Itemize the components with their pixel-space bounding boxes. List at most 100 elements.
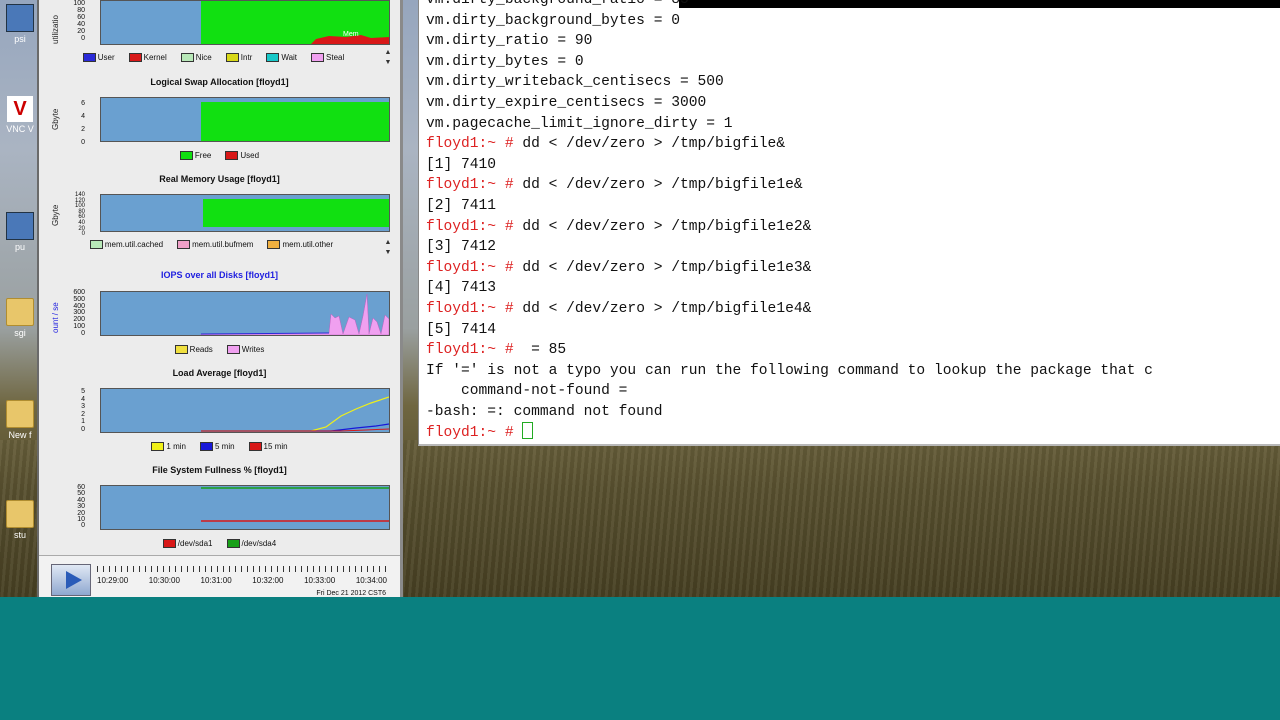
terminal-line: vm.dirty_ratio = 90 bbox=[426, 31, 1153, 52]
vnc-viewer-icon: V bbox=[7, 96, 33, 122]
terminal-line: floyd1:~ # dd < /dev/zero > /tmp/bigfile… bbox=[426, 175, 1153, 196]
terminal-text: -bash: =: command not found bbox=[426, 403, 663, 420]
terminal-line: -bash: =: command not found bbox=[426, 402, 1153, 423]
swap-ticks: 6420 bbox=[81, 100, 85, 146]
play-icon bbox=[66, 571, 82, 589]
terminal-line: vm.dirty_expire_centisecs = 3000 bbox=[426, 93, 1153, 114]
swap-ylabel: Gbyte bbox=[51, 108, 60, 130]
shell-prompt: floyd1:~ # bbox=[426, 342, 523, 359]
desktop-icon-label: VNC V bbox=[6, 124, 34, 134]
iops-plot[interactable] bbox=[100, 291, 390, 336]
iops-writes-series bbox=[200, 293, 389, 335]
shell-prompt: floyd1:~ # bbox=[426, 136, 523, 153]
cpu-legend-scroll[interactable]: ▲ ▼ bbox=[382, 48, 394, 70]
terminal-line: floyd1:~ # dd < /dev/zero > /tmp/bigfile… bbox=[426, 134, 1153, 155]
cpu-ticks: 100 80 60 40 20 0 bbox=[73, 0, 85, 42]
iops-chart-title: IOPS over all Disks [floyd1] bbox=[160, 270, 279, 280]
terminal-text: [4] 7413 bbox=[426, 280, 497, 297]
desktop-icon-label: stu bbox=[13, 530, 26, 540]
terminal-text: dd < /dev/zero > /tmp/bigfile1e3& bbox=[522, 259, 812, 276]
folder-icon bbox=[6, 500, 34, 528]
cpu-overlay-text: Mem bbox=[343, 31, 359, 38]
desktop-icon-pu[interactable]: pu bbox=[0, 212, 40, 252]
terminal-text: dd < /dev/zero > /tmp/bigfile1e2& bbox=[522, 218, 812, 235]
time-control-bar: 10:29:00 10:30:00 10:31:00 10:32:00 10:3… bbox=[39, 555, 400, 597]
terminal-line: If '=' is not a typo you can run the fol… bbox=[426, 361, 1153, 382]
timeline-date: Fri Dec 21 2012 CST6 bbox=[316, 590, 386, 597]
terminal-line: command-not-found = bbox=[426, 381, 1153, 402]
play-button[interactable] bbox=[51, 564, 91, 596]
desktop-icon-label: New f bbox=[8, 430, 32, 440]
desktop-icon-new-folder[interactable]: New f bbox=[0, 400, 40, 440]
swap-legend: Free Used bbox=[39, 151, 400, 160]
desktop-icon-label: psi bbox=[14, 34, 26, 44]
load-average-plot[interactable] bbox=[100, 388, 390, 433]
desktop-background: psi V VNC V pu sgi New f stu utilizatio … bbox=[0, 0, 1280, 597]
terminal-line: vm.dirty_writeback_centisecs = 500 bbox=[426, 72, 1153, 93]
shell-prompt: floyd1:~ # bbox=[426, 177, 523, 194]
terminal-line: [2] 7411 bbox=[426, 196, 1153, 217]
memory-cached-area bbox=[203, 199, 389, 227]
shell-prompt: floyd1:~ # bbox=[426, 218, 523, 235]
desktop-icon-label: sgi bbox=[14, 328, 26, 338]
memory-legend: mem.util.cached mem.util.bufmem mem.util… bbox=[39, 240, 392, 249]
terminal-text: [1] 7410 bbox=[426, 156, 497, 173]
terminal-line: vm.dirty_background_bytes = 0 bbox=[426, 11, 1153, 32]
terminal-text: vm.dirty_expire_centisecs = 3000 bbox=[426, 94, 707, 111]
folder-icon bbox=[6, 298, 34, 326]
fs-fullness-plot[interactable] bbox=[100, 485, 390, 530]
fs-ticks: 60 50 40 30 20 10 0 bbox=[77, 484, 85, 530]
cpu-utilization-plot[interactable]: Mem bbox=[100, 0, 390, 45]
terminal-line: vm.pagecache_limit_ignore_dirty = 1 bbox=[426, 114, 1153, 135]
load-ticks: 543 210 bbox=[81, 388, 85, 433]
load-legend: 1 min 5 min 15 min bbox=[39, 442, 400, 451]
time-axis-ticks bbox=[97, 566, 387, 572]
terminal-text: = 85 bbox=[522, 342, 567, 359]
terminal-output[interactable]: vm.dirty_background_ratio = 85 vm.dirty_b… bbox=[426, 0, 1153, 444]
terminal-line: [5] 7414 bbox=[426, 320, 1153, 341]
terminal-text: If '=' is not a typo you can run the fol… bbox=[426, 362, 1153, 379]
terminal-text: dd < /dev/zero > /tmp/bigfile1e4& bbox=[522, 300, 812, 317]
load-series bbox=[201, 396, 389, 432]
desktop-teal-area bbox=[0, 597, 1280, 720]
terminal-line: floyd1:~ # dd < /dev/zero > /tmp/bigfile… bbox=[426, 299, 1153, 320]
terminal-line: floyd1:~ # dd < /dev/zero > /tmp/bigfile… bbox=[426, 258, 1153, 279]
desktop-icon-psi[interactable]: psi bbox=[0, 4, 40, 44]
memory-legend-scroll[interactable]: ▲ ▼ bbox=[382, 238, 394, 260]
terminal-window[interactable]: vm.dirty_background_ratio = 85 vm.dirty_b… bbox=[418, 0, 1280, 446]
swap-chart-title: Logical Swap Allocation [floyd1] bbox=[150, 77, 289, 87]
iops-ylabel: ount / se bbox=[51, 302, 60, 333]
terminal-line: [3] 7412 bbox=[426, 237, 1153, 258]
terminal-text: vm.dirty_background_ratio = 85 bbox=[426, 0, 689, 8]
memory-ylabel: Gbyte bbox=[51, 204, 60, 226]
terminal-text: vm.dirty_bytes = 0 bbox=[426, 53, 584, 70]
terminal-text: vm.dirty_writeback_centisecs = 500 bbox=[426, 74, 724, 91]
swap-plot[interactable] bbox=[100, 97, 390, 142]
cpu-ylabel: utilizatio bbox=[51, 15, 60, 44]
memory-ticks: 140 120 100 80 60 40 20 0 bbox=[74, 192, 85, 238]
shell-prompt: floyd1:~ # bbox=[426, 300, 523, 317]
terminal-text: [5] 7414 bbox=[426, 321, 497, 338]
cpu-legend: User Kernel Nice Intr Wait Steal bbox=[39, 53, 394, 62]
fs-chart-title: File System Fullness % [floyd1] bbox=[152, 465, 287, 475]
iops-legend: Reads Writes bbox=[39, 345, 400, 354]
desktop-icon-stu[interactable]: stu bbox=[0, 500, 40, 540]
memory-chart-title: Real Memory Usage [floyd1] bbox=[159, 174, 280, 184]
terminal-text: vm.dirty_background_bytes = 0 bbox=[426, 12, 680, 29]
fs-legend: /dev/sda1 /dev/sda4 bbox=[39, 539, 400, 548]
terminal-line: [1] 7410 bbox=[426, 155, 1153, 176]
terminal-line: vm.dirty_background_ratio = 85 bbox=[426, 0, 1153, 11]
terminal-cursor bbox=[522, 422, 534, 440]
terminal-line: floyd1:~ # dd < /dev/zero > /tmp/bigfile… bbox=[426, 217, 1153, 238]
desktop-icon-sgi[interactable]: sgi bbox=[0, 298, 40, 338]
terminal-text: vm.dirty_ratio = 90 bbox=[426, 33, 593, 50]
terminal-text: [2] 7411 bbox=[426, 197, 497, 214]
desktop-icon-vnc[interactable]: V VNC V bbox=[0, 96, 40, 134]
time-axis-labels: 10:29:00 10:30:00 10:31:00 10:32:00 10:3… bbox=[97, 576, 387, 585]
memory-plot[interactable] bbox=[100, 194, 390, 232]
shell-prompt: floyd1:~ # bbox=[426, 259, 523, 276]
load-chart-title: Load Average [floyd1] bbox=[172, 368, 267, 378]
iops-ticks: 600 500 400 300 200 100 0 bbox=[73, 289, 85, 337]
terminal-line: floyd1:~ # = 85 bbox=[426, 340, 1153, 361]
folder-icon bbox=[6, 400, 34, 428]
